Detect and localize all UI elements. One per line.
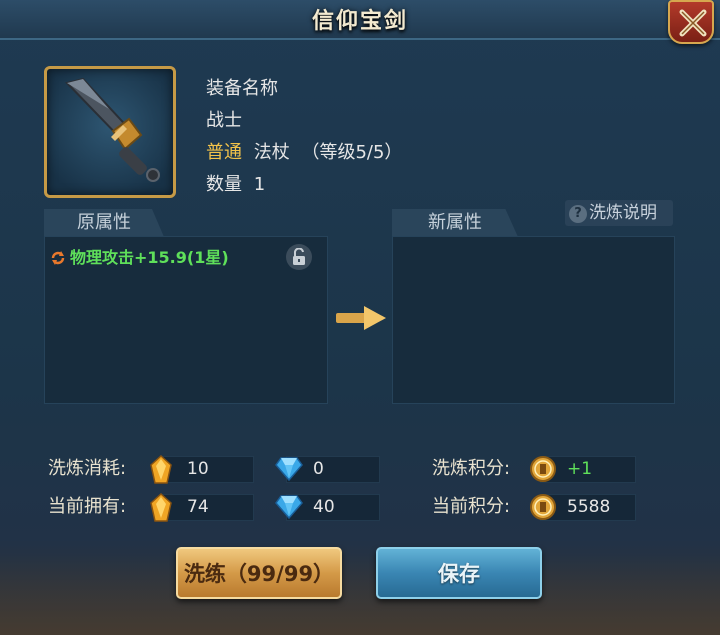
points-coin-icon xyxy=(530,456,556,482)
item-type: 法杖 xyxy=(253,142,290,163)
refresh-icon xyxy=(51,251,65,265)
item-icon-frame[interactable] xyxy=(44,66,176,198)
unlock-toggle[interactable] xyxy=(286,244,312,270)
cost-label: 洗炼消耗: xyxy=(48,458,127,479)
item-profession: 战士 xyxy=(206,110,242,131)
owned-gold-value: 74 xyxy=(150,493,254,522)
original-attr-row: 物理攻击+15.9(1星) xyxy=(50,247,229,269)
cost-points-value: +1 xyxy=(530,456,636,483)
original-attr-text: 物理攻击+15.9(1星) xyxy=(70,248,229,267)
points-coin-icon xyxy=(530,494,556,520)
tab-original-attrs: 原属性 xyxy=(44,209,164,237)
diamond-icon xyxy=(275,495,303,519)
original-attrs-label: 原属性 xyxy=(77,212,131,233)
close-button[interactable] xyxy=(668,0,714,44)
item-type-row: 普通 法杖 （等级5/5） xyxy=(206,138,402,164)
window-title: 信仰宝剑 xyxy=(311,9,408,34)
diamond-icon xyxy=(275,457,303,481)
title-bar: 信仰宝剑 xyxy=(0,0,720,40)
refine-button[interactable]: 洗练（99/99） xyxy=(176,547,342,599)
tab-new-attrs: 新属性 xyxy=(392,209,518,237)
cost-gold-value: 10 xyxy=(150,455,254,484)
gold-crystal-icon xyxy=(150,493,172,522)
owned-points-value: 5588 xyxy=(530,494,636,521)
owned-label: 当前拥有: xyxy=(48,496,127,517)
owned-diamond-value: 40 xyxy=(275,494,380,521)
item-quantity-row: 数量 1 xyxy=(206,170,265,196)
new-attrs-label: 新属性 xyxy=(428,212,482,233)
bottom-glow xyxy=(0,555,720,635)
sword-icon xyxy=(65,77,160,182)
item-level: （等级5/5） xyxy=(301,142,403,163)
save-button[interactable]: 保存 xyxy=(376,547,542,599)
cost-points-label: 洗炼积分: xyxy=(432,458,511,479)
quantity-value: 1 xyxy=(253,174,266,195)
gold-crystal-icon xyxy=(150,455,172,484)
help-link-label: 洗炼说明 xyxy=(589,203,657,223)
crossed-swords-close-icon xyxy=(679,9,707,37)
item-name: 装备名称 xyxy=(206,78,278,99)
arrow-right-icon xyxy=(336,306,386,330)
refine-panel: 信仰宝剑 装备名称 战士 普通 法杖 （等级5/5） 数量 1 ? 洗炼说明 原… xyxy=(0,0,720,635)
unlocked-padlock-icon xyxy=(293,248,305,265)
question-icon: ? xyxy=(569,205,587,223)
refine-help-link[interactable]: ? 洗炼说明 xyxy=(565,200,673,226)
new-attrs-box xyxy=(392,236,675,404)
item-quality: 普通 xyxy=(206,142,242,163)
owned-points-label: 当前积分: xyxy=(432,496,511,517)
quantity-label: 数量 xyxy=(206,174,242,195)
cost-diamond-value: 0 xyxy=(275,456,380,483)
